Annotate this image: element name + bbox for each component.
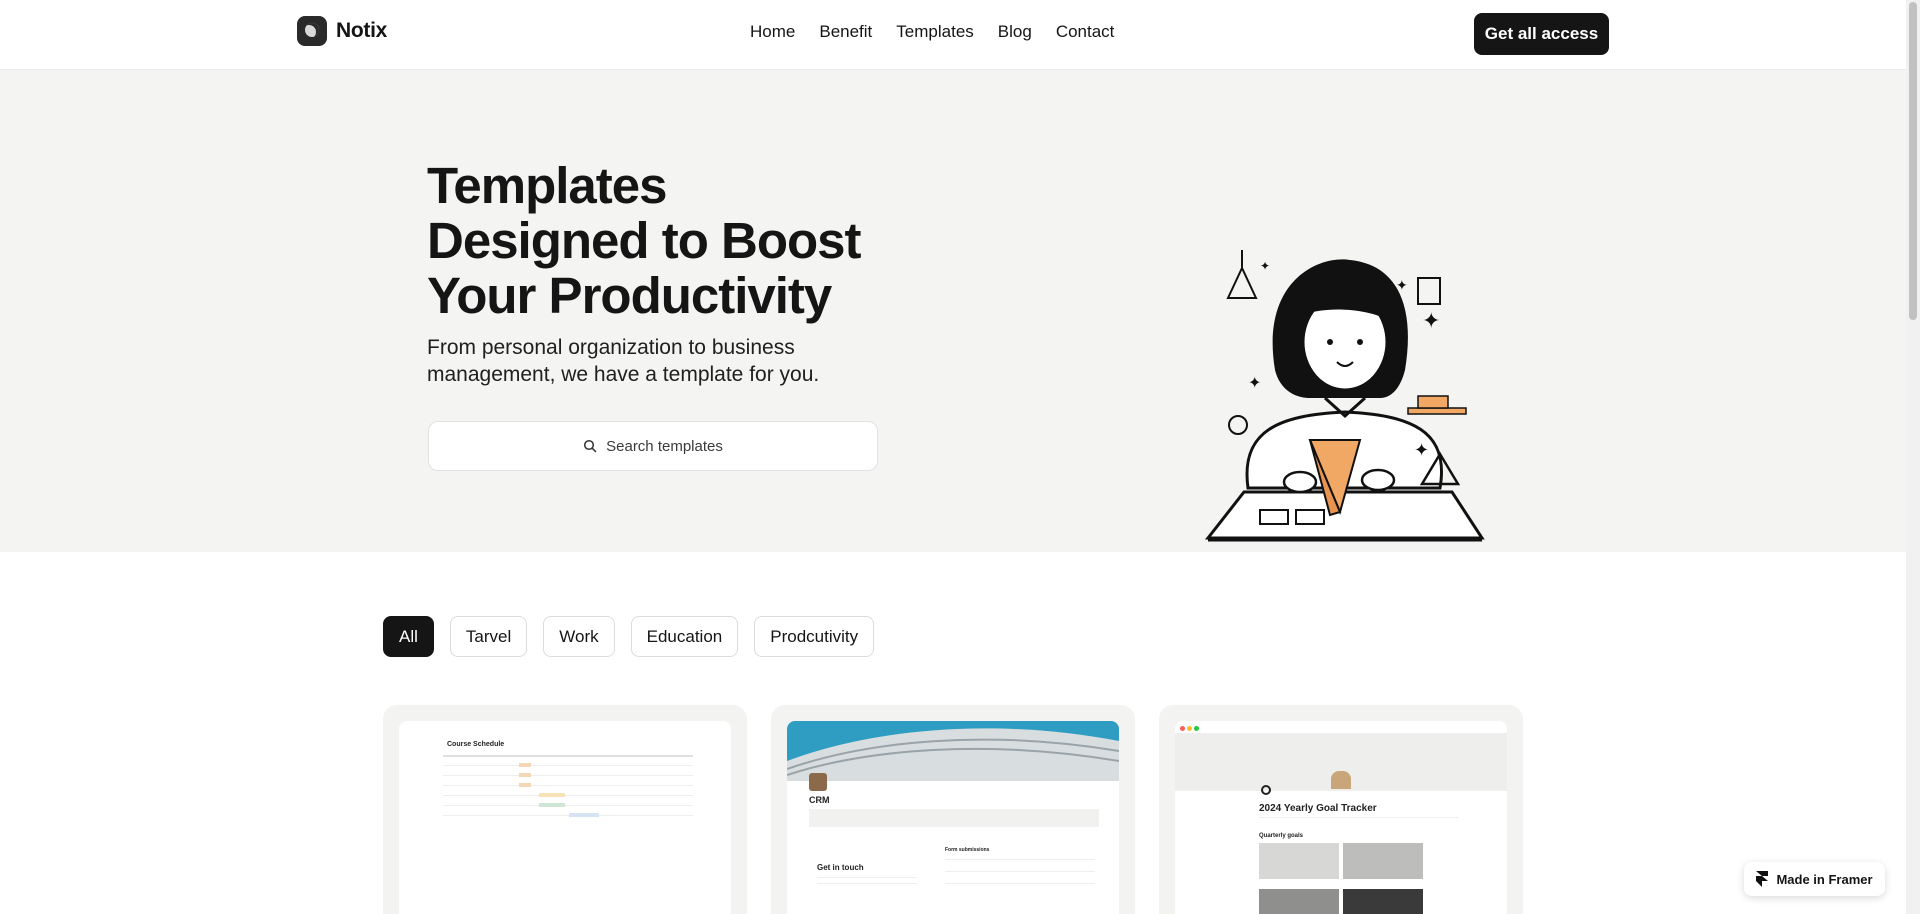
- nav-home[interactable]: Home: [750, 22, 795, 42]
- card-title: Course Schedule: [447, 741, 505, 748]
- main-nav: Home Benefit Templates Blog Contact: [750, 22, 1114, 42]
- hero-title-line-3: Your Productivity: [427, 267, 832, 324]
- hero-title-line-1: Templates: [427, 157, 667, 214]
- logo-text: Notix: [336, 19, 388, 42]
- card-section: Get in touch: [817, 863, 864, 872]
- card-section: Quarterly goals: [1259, 833, 1304, 839]
- hero-title-line-2: Designed to Boost: [427, 212, 862, 269]
- badge-label: Made in Framer: [1776, 871, 1873, 887]
- page-scrollbar[interactable]: [1906, 0, 1920, 914]
- site-header: Notix Home Benefit Templates Blog Contac…: [0, 0, 1906, 70]
- card-preview: CRM Get in touch Form submissions: [787, 721, 1119, 914]
- search-placeholder: Search templates: [606, 437, 723, 455]
- nav-benefit[interactable]: Benefit: [819, 22, 872, 42]
- hero-title: Templates Designed to Boost Your Product…: [427, 158, 947, 323]
- search-input[interactable]: Search templates: [428, 421, 878, 471]
- category-filters: All Tarvel Work Education Prodcutivity: [383, 616, 875, 657]
- template-card-crm[interactable]: CRM Get in touch Form submissions: [771, 705, 1135, 914]
- svg-text:✦: ✦: [1422, 309, 1440, 334]
- hero-subtitle: From personal organization to business m…: [427, 336, 820, 386]
- card-side-heading: Form submissions: [945, 847, 990, 853]
- nav-contact[interactable]: Contact: [1056, 22, 1115, 42]
- template-card-goal-tracker[interactable]: 2024 Yearly Goal Tracker Quarterly goals: [1159, 705, 1523, 914]
- goal-thumbnail-3: [1259, 889, 1339, 914]
- nav-blog[interactable]: Blog: [998, 22, 1032, 42]
- card-title: CRM: [809, 795, 830, 805]
- filter-prodcutivity[interactable]: Prodcutivity: [754, 616, 875, 657]
- framer-icon: [1756, 871, 1769, 887]
- building-banner-image: [787, 721, 1119, 781]
- crm-icon: [809, 773, 827, 791]
- nav-templates[interactable]: Templates: [896, 22, 973, 42]
- filter-all[interactable]: All: [383, 616, 434, 657]
- woman-reading-illustration: ✦ ✦ ✦ ✦ ✦: [1204, 250, 1485, 542]
- goal-thumbnail-2: [1343, 843, 1423, 879]
- filter-work[interactable]: Work: [543, 616, 615, 657]
- filter-tarvel[interactable]: Tarvel: [449, 616, 528, 657]
- svg-text:✦: ✦: [1414, 440, 1429, 461]
- logo-icon: [297, 16, 327, 46]
- goal-thumbnail-1: [1259, 843, 1339, 879]
- card-preview: 2024 Yearly Goal Tracker Quarterly goals: [1175, 721, 1507, 914]
- svg-text:✦: ✦: [1260, 259, 1270, 273]
- card-preview: Course Schedule: [399, 721, 731, 914]
- filter-education[interactable]: Education: [630, 616, 739, 657]
- template-card-course-schedule[interactable]: Course Schedule: [383, 705, 747, 914]
- card-title: 2024 Yearly Goal Tracker: [1259, 803, 1377, 814]
- made-in-framer-badge[interactable]: Made in Framer: [1744, 862, 1885, 896]
- target-icon: [1261, 785, 1271, 795]
- svg-text:✦: ✦: [1248, 373, 1261, 392]
- hero-section: Templates Designed to Boost Your Product…: [0, 70, 1906, 552]
- search-icon: [584, 439, 597, 453]
- svg-text:✦: ✦: [1396, 278, 1408, 294]
- goal-thumbnail-4: [1343, 889, 1423, 914]
- scrollbar-thumb[interactable]: [1909, 2, 1917, 320]
- logo[interactable]: Notix: [297, 16, 387, 46]
- get-all-access-button[interactable]: Get all access: [1474, 13, 1609, 55]
